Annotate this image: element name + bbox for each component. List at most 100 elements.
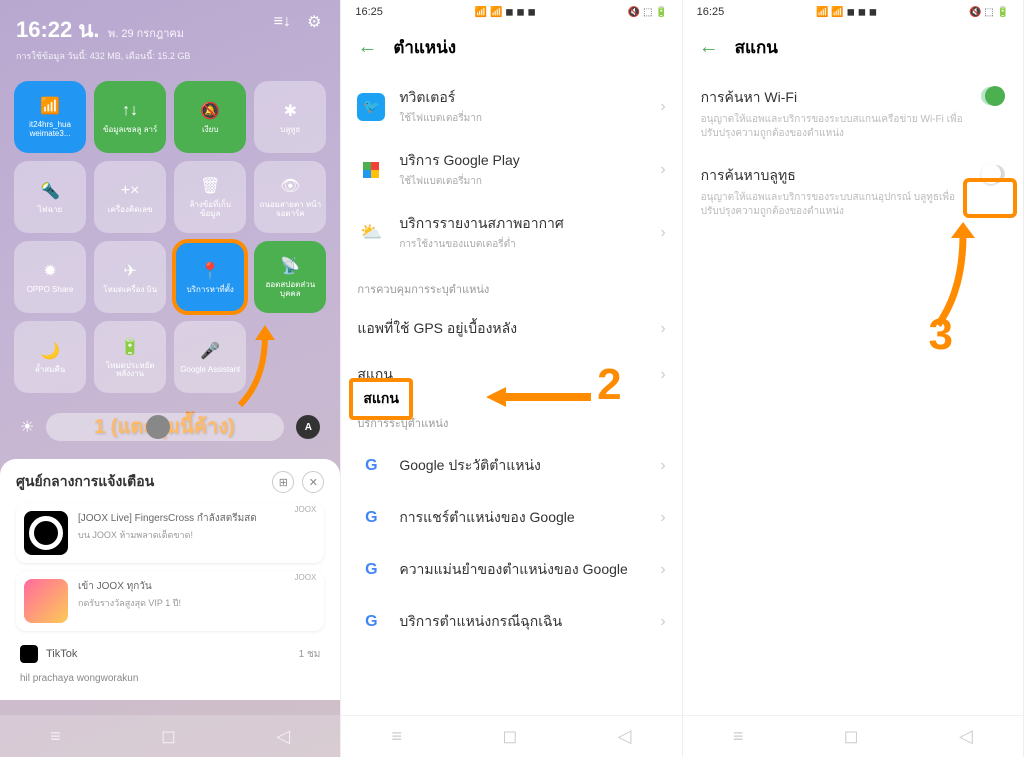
page-title: สแกน xyxy=(735,34,778,61)
oppo-share-tile[interactable]: ✹OPPO Share xyxy=(14,241,86,313)
notif-manage-button[interactable]: ⊞ xyxy=(272,471,294,493)
wifi-scan-title: การค้นหา Wi-Fi xyxy=(701,87,969,109)
calculator-tile[interactable]: +×เครื่องคิดเลข xyxy=(94,161,166,233)
nav-bar: ≡ ◻ ◁ xyxy=(683,715,1023,757)
flashlight-tile[interactable]: 🔦ไฟฉาย xyxy=(14,161,86,233)
annotation-highlight-2: สแกน xyxy=(349,378,413,420)
annotation-text-3: 3 xyxy=(929,310,953,360)
joox-reward-icon xyxy=(24,579,68,623)
notif-body-text: บน JOOX ห้ามพลาดเด็ดขาด! xyxy=(78,528,316,542)
app-item-weather[interactable]: ⛅ บริการรายงานสภาพอากาศ การใช้งานของแบตเ… xyxy=(341,201,681,264)
location-settings-panel: 16:25 📶 📶 ◼ ◼ ◼ 🔇 ⬚ 🔋 ← ตำแหน่ง 🐦 ทวิตเต… xyxy=(341,0,682,757)
nav-back-icon[interactable]: ◁ xyxy=(959,726,973,747)
google-history-item[interactable]: G Google ประวัติตำแหน่ง › xyxy=(341,440,681,492)
bluetooth-icon: ✱ xyxy=(279,100,301,122)
location-tile[interactable]: 📍บริการหาที่ตั้ง xyxy=(174,241,246,313)
scan-settings-panel: 16:25 📶 📶 ◼ ◼ ◼ 🔇 ⬚ 🔋 ← สแกน การค้นหา Wi… xyxy=(683,0,1024,757)
qs-tiles-grid: 📶it24hrs_hua weimate3... ↑↓ข้อมูลเซลลู ล… xyxy=(0,71,340,403)
night-tile[interactable]: 🌙ล้ำสมคืน xyxy=(14,321,86,393)
moon-icon: 🌙 xyxy=(39,340,61,362)
notif-title-text: [JOOX Live] FingersCross กำลังสตรีมสด xyxy=(78,511,316,526)
chevron-right-icon: › xyxy=(660,98,665,116)
hotspot-tile[interactable]: 📡ฮอตสปอตส่วนบุคคล xyxy=(254,241,326,313)
chevron-right-icon: › xyxy=(660,613,665,631)
back-button[interactable]: ← xyxy=(357,36,377,59)
section-header: การควบคุมการระบุตำแหน่ง xyxy=(341,264,681,306)
edit-icon[interactable]: ≡↓ xyxy=(272,12,292,32)
weather-icon: ⛅ xyxy=(357,219,385,247)
nav-back-icon[interactable]: ◁ xyxy=(618,726,632,747)
app-item-google-play[interactable]: บริการ Google Play ใช้ไฟแบตเตอรี่มาก › xyxy=(341,138,681,201)
notification-card[interactable]: JOOX เข้า JOOX ทุกวัน กดรับรางวัลสูงสุด … xyxy=(16,571,324,631)
chevron-right-icon: › xyxy=(660,457,665,475)
annotation-highlight-3 xyxy=(963,178,1017,218)
notification-row[interactable]: TikTok 1 ชม xyxy=(16,639,324,669)
airplane-icon: ✈ xyxy=(119,260,141,282)
tiktok-time: 1 ชม xyxy=(299,647,321,662)
mobile-data-tile[interactable]: ↑↓ข้อมูลเซลลู ลาร์ xyxy=(94,81,166,153)
google-accuracy-item[interactable]: G ความแม่นยำของตำแหน่งของ Google › xyxy=(341,544,681,596)
tiktok-app-icon xyxy=(20,645,38,663)
notif-body-text: กดรับรางวัลสูงสุด VIP 1 ปี! xyxy=(78,596,316,610)
notif-clear-button[interactable]: ✕ xyxy=(302,471,324,493)
airplane-tile[interactable]: ✈โหมดเครื่อง บิน xyxy=(94,241,166,313)
nav-home-icon[interactable]: ◻ xyxy=(844,726,859,747)
wifi-tile[interactable]: 📶it24hrs_hua weimate3... xyxy=(14,81,86,153)
mic-icon: 🎤 xyxy=(199,340,221,362)
silent-tile[interactable]: 🔕เงียบ xyxy=(174,81,246,153)
back-button[interactable]: ← xyxy=(699,36,719,59)
auto-brightness-toggle[interactable]: A xyxy=(296,415,320,439)
status-icons: 📶 📶 ◼ ◼ ◼ xyxy=(475,7,536,18)
bt-scan-desc: อนุญาตให้แอพและบริการของระบบสแกนอุปกรณ์ … xyxy=(701,191,969,219)
notification-card[interactable]: JOOX [JOOX Live] FingersCross กำลังสตรีม… xyxy=(16,503,324,563)
quick-settings-panel: 16:22 น. พ. 29 กรกฎาคม การใช้ข้อมูล วันน… xyxy=(0,0,341,757)
google-sharing-item[interactable]: G การแชร์ตำแหน่งของ Google › xyxy=(341,492,681,544)
annotation-text-2: 2 xyxy=(597,360,621,410)
battery-saver-tile[interactable]: 🔋โหมดประหยัด พลังงาน xyxy=(94,321,166,393)
nav-home-icon[interactable]: ◻ xyxy=(502,726,517,747)
cleanup-tile[interactable]: 🗑ล้างข้อที่เก็บ ข้อมูล xyxy=(174,161,246,233)
nav-recent-icon[interactable]: ≡ xyxy=(50,726,61,747)
wifi-scan-toggle[interactable] xyxy=(981,87,1005,105)
bt-scan-title: การค้นหาบลูทูธ xyxy=(701,165,969,187)
status-time: 16:25 xyxy=(697,6,725,18)
status-bar: 16:25 📶 📶 ◼ ◼ ◼ 🔇 ⬚ 🔋 xyxy=(683,0,1023,24)
google-emergency-item[interactable]: G บริการตำแหน่งกรณีฉุกเฉิน › xyxy=(341,596,681,648)
data-usage-text: การใช้ข้อมูล วันนี้: 432 MB, เดือนนี้: 1… xyxy=(16,49,190,63)
brightness-icon: ☀ xyxy=(20,417,34,437)
data-icon: ↑↓ xyxy=(119,100,141,122)
nav-back-icon[interactable]: ◁ xyxy=(276,726,290,747)
eye-icon: 👁 xyxy=(279,175,301,197)
battery-icon: 🔋 xyxy=(119,336,141,358)
google-g-icon: G xyxy=(357,608,385,636)
nav-recent-icon[interactable]: ≡ xyxy=(391,726,402,747)
google-g-icon: G xyxy=(357,452,385,480)
brightness-slider[interactable] xyxy=(46,413,284,441)
status-time: 16:25 xyxy=(355,6,383,18)
app-item-twitter[interactable]: 🐦 ทวิตเตอร์ ใช้ไฟแบตเตอรี่มาก › xyxy=(341,75,681,138)
flashlight-icon: 🔦 xyxy=(39,180,61,202)
location-icon: 📍 xyxy=(199,260,221,282)
nav-recent-icon[interactable]: ≡ xyxy=(733,726,744,747)
qs-header: 16:22 น. พ. 29 กรกฎาคม การใช้ข้อมูล วันน… xyxy=(0,0,340,71)
chevron-right-icon: › xyxy=(660,320,665,338)
settings-gear-icon[interactable]: ⚙ xyxy=(304,12,324,32)
eye-comfort-tile[interactable]: 👁ถนอมสายตา หน้าจอดาร์ค xyxy=(254,161,326,233)
google-play-icon xyxy=(357,156,385,184)
nav-bar: ≡ ◻ ◁ xyxy=(341,715,681,757)
wifi-scanning-setting: การค้นหา Wi-Fi อนุญาตให้แอพและบริการของร… xyxy=(683,75,1023,153)
joox-app-icon xyxy=(24,511,68,555)
wifi-scan-desc: อนุญาตให้แอพและบริการของระบบสแกนเครือข่า… xyxy=(701,113,969,141)
status-icons-right: 🔇 ⬚ 🔋 xyxy=(628,7,668,18)
gps-background-item[interactable]: แอพที่ใช้ GPS อยู่เบื้องหลัง › xyxy=(341,306,681,352)
status-bar: 16:25 📶 📶 ◼ ◼ ◼ 🔇 ⬚ 🔋 xyxy=(341,0,681,24)
bluetooth-tile[interactable]: ✱บลูทูธ xyxy=(254,81,326,153)
assistant-tile[interactable]: 🎤Google Assistant xyxy=(174,321,246,393)
nav-home-icon[interactable]: ◻ xyxy=(161,726,176,747)
notification-center: ศูนย์กลางการแจ้งเตือน ⊞ ✕ JOOX [JOOX Liv… xyxy=(0,459,340,700)
clock-date: พ. 29 กรกฎาคม xyxy=(108,28,184,40)
google-g-icon: G xyxy=(357,504,385,532)
google-g-icon: G xyxy=(357,556,385,584)
status-icons: 📶 📶 ◼ ◼ ◼ xyxy=(816,7,877,18)
chevron-right-icon: › xyxy=(660,561,665,579)
